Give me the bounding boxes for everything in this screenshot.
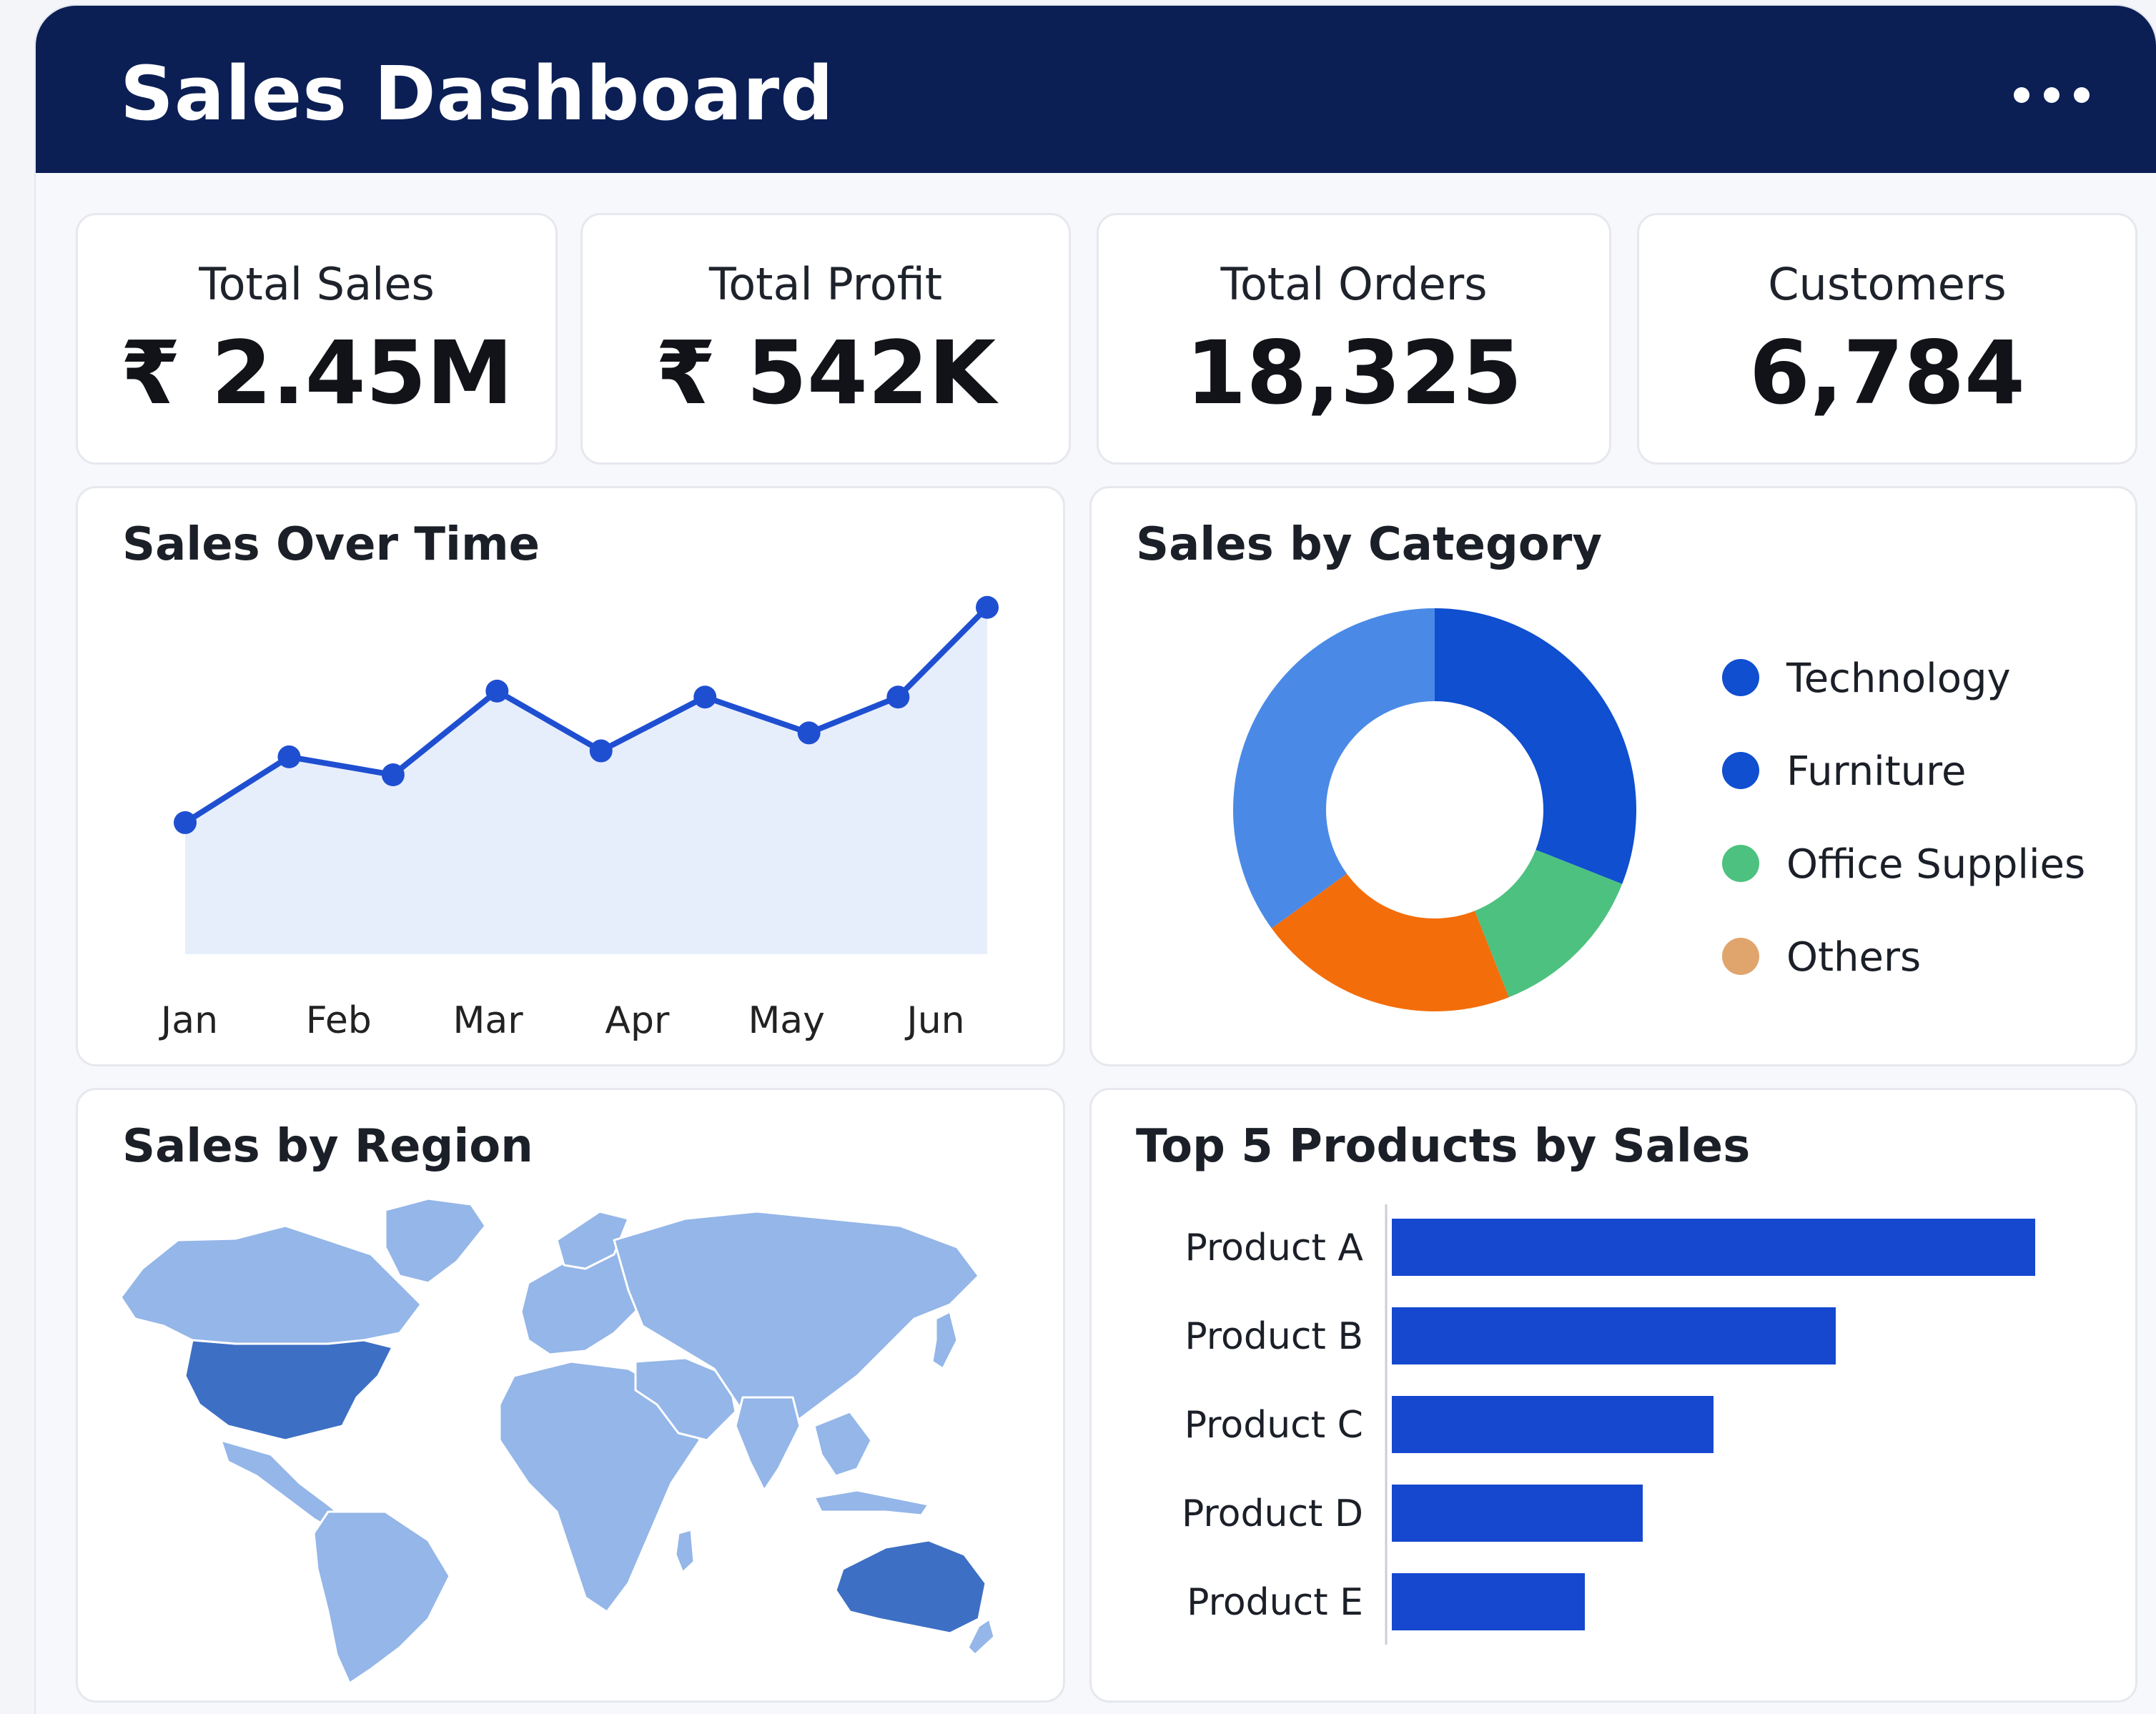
- region-new-zealand: [966, 1618, 996, 1656]
- data-point[interactable]: [693, 685, 717, 709]
- bar-product-a[interactable]: [1392, 1219, 2035, 1276]
- legend-label: Technology: [1786, 655, 2011, 702]
- bar-product-b[interactable]: [1392, 1307, 1836, 1364]
- x-tick-label: Jun: [904, 999, 964, 1042]
- panel-title: Sales by Region: [122, 1120, 533, 1173]
- sales-over-time-chart: Jan Feb Mar Apr May Jun: [159, 595, 999, 1042]
- legend-swatch: [1722, 752, 1759, 789]
- data-point[interactable]: [589, 739, 613, 763]
- dot-2: [2044, 87, 2059, 103]
- title-bar: Sales Dashboard: [36, 6, 2156, 173]
- bar-category-label: Product C: [1185, 1404, 1363, 1447]
- legend-swatch: [1722, 845, 1759, 882]
- sales-by-category-chart: Technology Furniture Office Supplies Others: [1233, 608, 2085, 1011]
- legend-swatch: [1722, 659, 1759, 696]
- region-canada: [119, 1224, 422, 1345]
- more-options-button[interactable]: [1980, 56, 2123, 134]
- bar-category-label: Product E: [1187, 1581, 1363, 1624]
- x-tick-label: Mar: [453, 999, 524, 1042]
- world-map[interactable]: [114, 1197, 1043, 1683]
- data-point[interactable]: [886, 685, 910, 709]
- kpi-label: Total Sales: [199, 258, 435, 310]
- area-fill: [185, 607, 987, 954]
- region-southeast-asia: [813, 1410, 873, 1477]
- sales-over-time-panel: Sales Over Time Jan Feb Mar Apr May Jun: [76, 486, 1065, 1066]
- legend-swatch: [1722, 938, 1759, 975]
- top-products-chart: Product A Product B Product C Product D Prod…: [1182, 1204, 2035, 1645]
- page-title: Sales Dashboard: [120, 50, 834, 137]
- region-madagascar: [674, 1528, 696, 1574]
- dashboard-window: Sales Dashboard Total Sales ₹ 2.45M Tota…: [36, 6, 2156, 1714]
- kpi-label: Customers: [1768, 258, 2007, 310]
- kpi-card-total-sales: Total Sales ₹ 2.45M: [76, 213, 558, 465]
- donut-slice-furniture[interactable]: [1233, 608, 1435, 928]
- kpi-card-total-profit: Total Profit ₹ 542K: [580, 213, 1071, 465]
- bar-category-label: Product A: [1185, 1227, 1363, 1269]
- region-south-america: [312, 1510, 451, 1683]
- data-point[interactable]: [485, 679, 509, 703]
- kpi-value: 6,784: [1749, 322, 2025, 424]
- kpi-label: Total Orders: [1220, 258, 1488, 310]
- legend-label: Office Supplies: [1786, 841, 2085, 888]
- top-products-panel: Top 5 Products by Sales Product A Product…: [1089, 1088, 2137, 1703]
- kpi-value: ₹ 2.45M: [120, 322, 513, 424]
- x-tick-label: Jan: [159, 999, 218, 1042]
- bar-category-label: Product B: [1185, 1315, 1363, 1358]
- legend-label: Others: [1786, 934, 1921, 981]
- bar-product-c[interactable]: [1392, 1396, 1714, 1453]
- kpi-card-total-orders: Total Orders 18,325: [1097, 213, 1611, 465]
- x-tick-label: Apr: [605, 999, 670, 1042]
- data-point[interactable]: [797, 721, 821, 745]
- legend-label: Furniture: [1786, 748, 1966, 795]
- kpi-card-customers: Customers 6,784: [1637, 213, 2137, 465]
- region-australia: [834, 1539, 987, 1635]
- region-greenland: [384, 1197, 487, 1284]
- kpi-value: 18,325: [1185, 322, 1523, 424]
- sales-by-category-panel: Sales by Category Technology Furniture Off…: [1089, 486, 2137, 1066]
- bar-product-e[interactable]: [1392, 1573, 1585, 1630]
- donut-slice-technology[interactable]: [1435, 608, 1636, 884]
- region-united-states: [184, 1339, 394, 1442]
- x-tick-label: May: [748, 999, 825, 1042]
- x-tick-label: Feb: [306, 999, 372, 1042]
- bar-product-d[interactable]: [1392, 1485, 1643, 1542]
- kpi-label: Total Profit: [708, 258, 943, 310]
- dot-1: [2014, 87, 2029, 103]
- region-india: [734, 1396, 801, 1492]
- dot-3: [2074, 87, 2090, 103]
- data-point[interactable]: [277, 745, 301, 768]
- region-indonesia: [813, 1489, 930, 1517]
- sales-by-region-panel: Sales by Region: [76, 1088, 1065, 1703]
- data-point[interactable]: [174, 811, 197, 834]
- region-japan: [931, 1310, 959, 1370]
- kpi-value: ₹ 542K: [655, 322, 997, 424]
- data-point[interactable]: [976, 595, 999, 619]
- bar-category-label: Product D: [1182, 1492, 1363, 1535]
- data-point[interactable]: [381, 763, 405, 786]
